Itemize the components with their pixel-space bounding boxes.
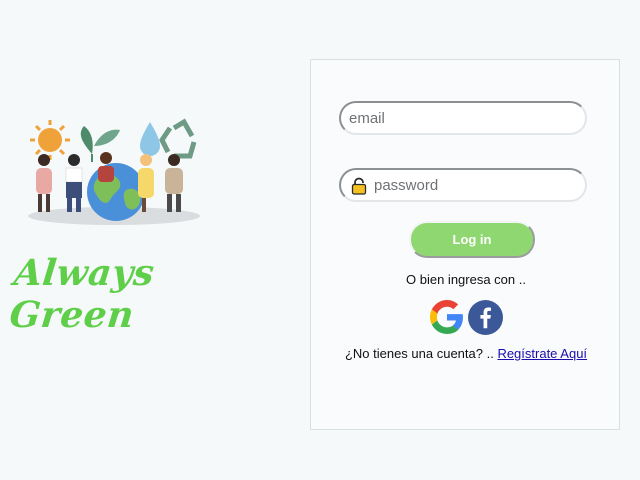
brand-area: Always Green bbox=[8, 112, 232, 336]
lock-icon bbox=[351, 177, 367, 195]
signup-link[interactable]: Regístrate Aquí bbox=[497, 346, 587, 361]
email-field-wrapper bbox=[339, 101, 587, 135]
signup-row: ¿No tienes una cuenta? .. Regístrate Aqu… bbox=[311, 346, 621, 361]
password-field-wrapper bbox=[339, 168, 587, 202]
water-drop-icon bbox=[140, 122, 160, 156]
alternative-login-text: O bien ingresa con .. bbox=[406, 272, 526, 287]
google-icon[interactable] bbox=[430, 300, 464, 334]
signup-prompt: ¿No tienes una cuenta? .. bbox=[344, 346, 494, 361]
email-field[interactable] bbox=[349, 103, 574, 133]
login-card: Log in O bien ingresa con .. ¿No tienes … bbox=[310, 59, 620, 430]
sun-icon bbox=[30, 120, 70, 160]
password-field[interactable] bbox=[374, 170, 574, 200]
environment-illustration bbox=[28, 118, 200, 225]
login-button[interactable]: Log in bbox=[409, 221, 535, 258]
recycle-icon bbox=[159, 118, 197, 159]
login-page: Always Green Log in O bien ingresa con .… bbox=[0, 0, 640, 480]
facebook-icon[interactable] bbox=[468, 300, 503, 335]
earth-icon bbox=[87, 163, 145, 221]
brand-title: Always Green bbox=[7, 252, 157, 336]
